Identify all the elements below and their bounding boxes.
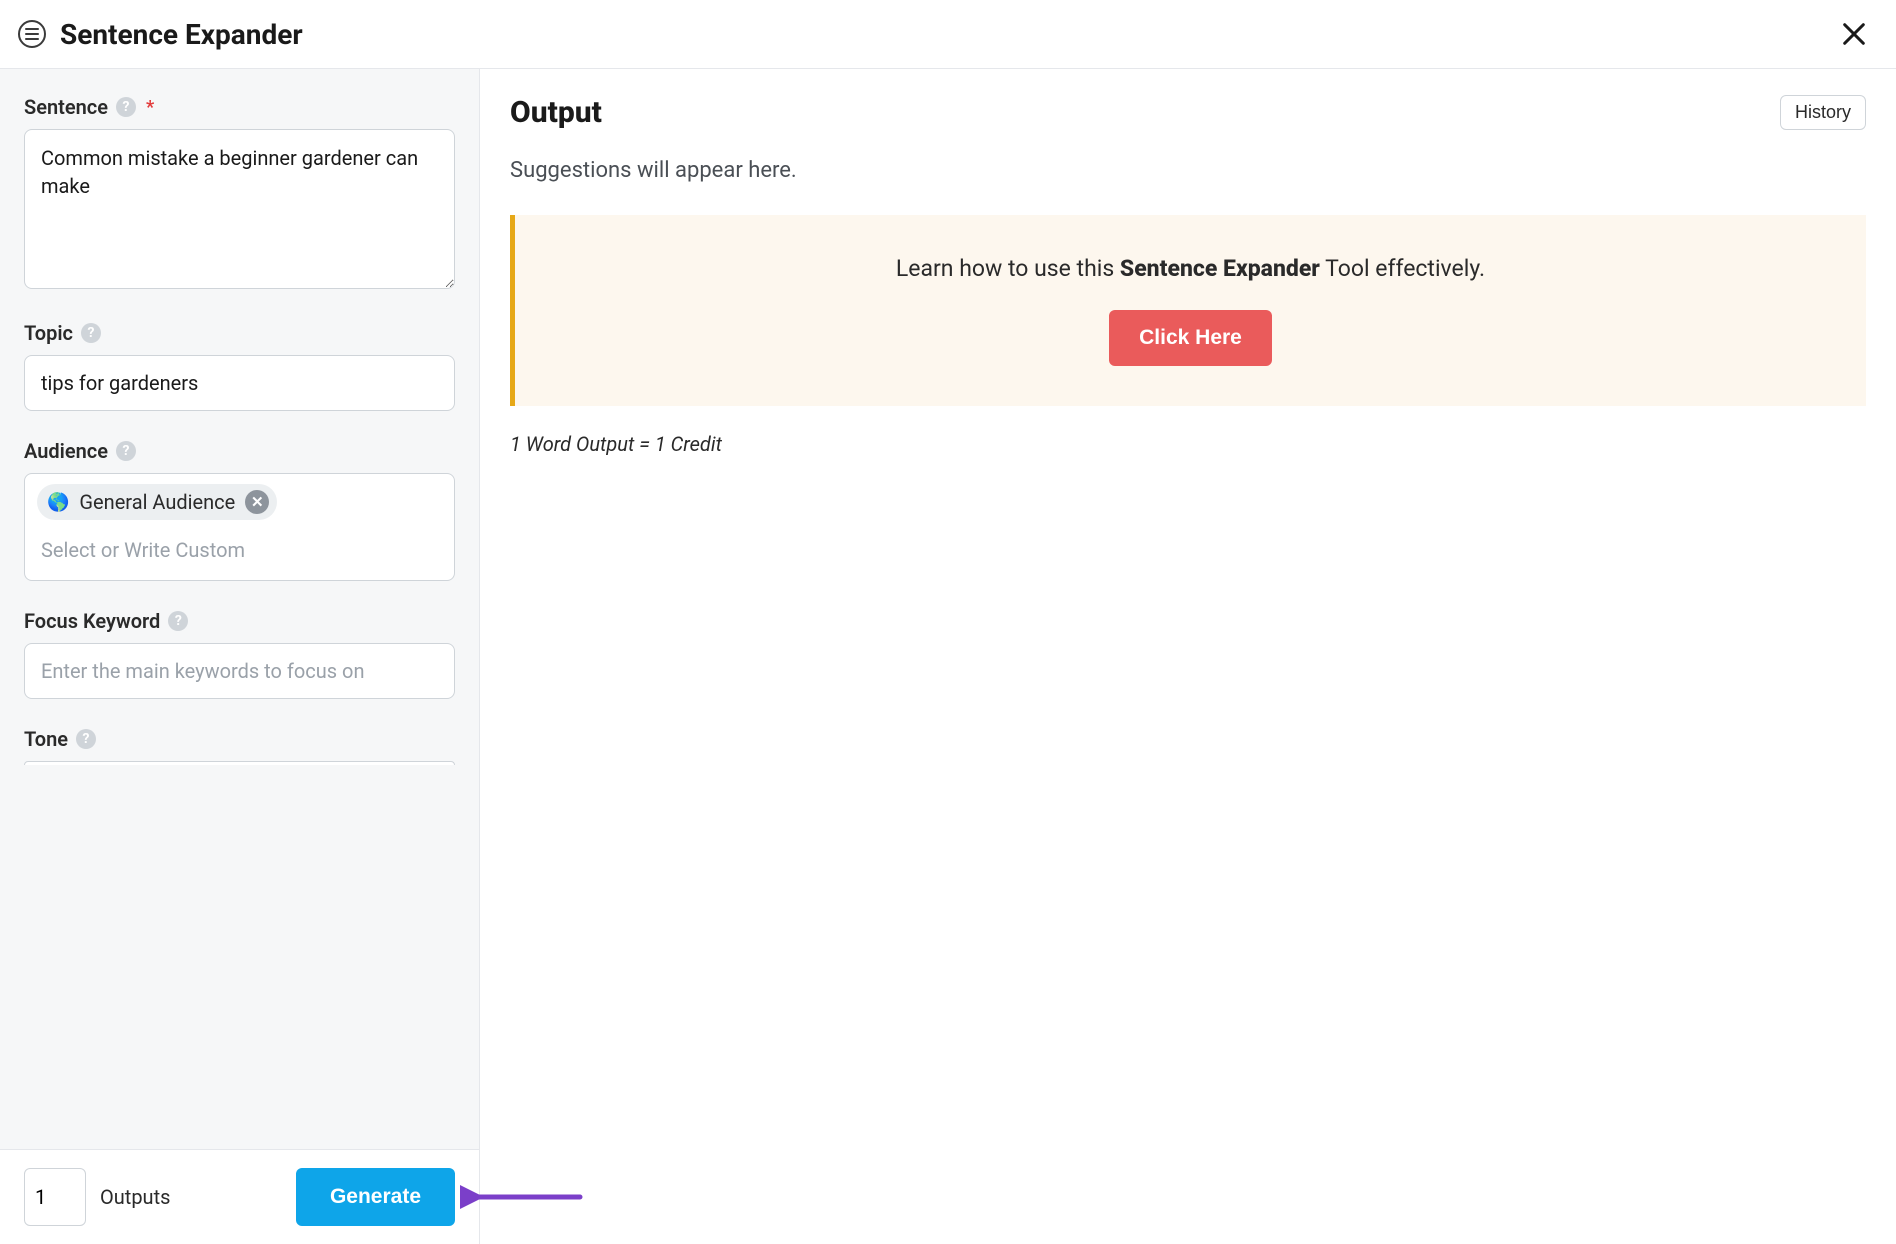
header: Sentence Expander [0, 0, 1896, 69]
topic-label-row: Topic ? [24, 321, 455, 345]
history-button[interactable]: History [1780, 95, 1866, 130]
close-button[interactable] [1834, 14, 1874, 54]
outputs-wrap: Outputs [24, 1168, 170, 1226]
help-icon[interactable]: ? [168, 611, 188, 631]
help-icon[interactable]: ? [116, 441, 136, 461]
outputs-count-input[interactable] [24, 1168, 86, 1226]
callout-text: Learn how to use this Sentence Expander … [545, 255, 1836, 282]
credit-note: 1 Word Output = 1 Credit [510, 432, 1866, 456]
audience-label: Audience [24, 439, 108, 463]
outputs-label: Outputs [100, 1185, 170, 1209]
output-title: Output [510, 95, 602, 130]
focus-keyword-input[interactable] [24, 643, 455, 699]
audience-label-row: Audience ? [24, 439, 455, 463]
audience-input-box[interactable]: 🌎 General Audience ✕ [24, 473, 455, 581]
help-icon[interactable]: ? [116, 97, 136, 117]
callout-bold: Sentence Expander [1120, 255, 1320, 282]
topic-input[interactable] [24, 355, 455, 411]
required-star-icon: * [146, 97, 154, 118]
audience-chip-label: General Audience [79, 490, 235, 514]
close-icon [1840, 20, 1868, 48]
bottom-bar: Outputs Generate [0, 1149, 479, 1244]
tone-label: Tone [24, 727, 68, 751]
header-left: Sentence Expander [18, 18, 303, 51]
focus-keyword-group: Focus Keyword ? [24, 609, 455, 699]
sentence-input[interactable] [24, 129, 455, 289]
topic-label: Topic [24, 321, 73, 345]
help-icon[interactable]: ? [81, 323, 101, 343]
audience-group: Audience ? 🌎 General Audience ✕ [24, 439, 455, 581]
left-panel: Sentence ? * Topic ? Audience ? [0, 69, 480, 1244]
callout-prefix: Learn how to use this [896, 255, 1120, 282]
menu-icon[interactable] [18, 20, 46, 48]
main: Sentence ? * Topic ? Audience ? [0, 69, 1896, 1244]
page-title: Sentence Expander [60, 18, 303, 51]
focus-keyword-label: Focus Keyword [24, 609, 160, 633]
topic-group: Topic ? [24, 321, 455, 411]
learn-more-button[interactable]: Click Here [1109, 310, 1272, 366]
tone-group: Tone ? [24, 727, 455, 765]
suggestions-placeholder: Suggestions will appear here. [510, 158, 1866, 183]
right-panel: Output History Suggestions will appear h… [480, 69, 1896, 1244]
chip-remove-icon[interactable]: ✕ [245, 490, 269, 514]
tone-label-row: Tone ? [24, 727, 455, 751]
globe-icon: 🌎 [47, 492, 69, 513]
audience-text-input[interactable] [37, 532, 442, 572]
info-callout: Learn how to use this Sentence Expander … [510, 215, 1866, 406]
sentence-label-row: Sentence ? * [24, 95, 455, 119]
tone-input-peek [24, 761, 455, 765]
sentence-label: Sentence [24, 95, 108, 119]
generate-button[interactable]: Generate [296, 1168, 455, 1226]
focus-keyword-label-row: Focus Keyword ? [24, 609, 455, 633]
sentence-group: Sentence ? * [24, 95, 455, 293]
help-icon[interactable]: ? [76, 729, 96, 749]
audience-chip[interactable]: 🌎 General Audience ✕ [37, 484, 277, 520]
callout-suffix: Tool effectively. [1320, 255, 1485, 282]
form-scroll: Sentence ? * Topic ? Audience ? [0, 69, 479, 1149]
output-header: Output History [510, 95, 1866, 130]
